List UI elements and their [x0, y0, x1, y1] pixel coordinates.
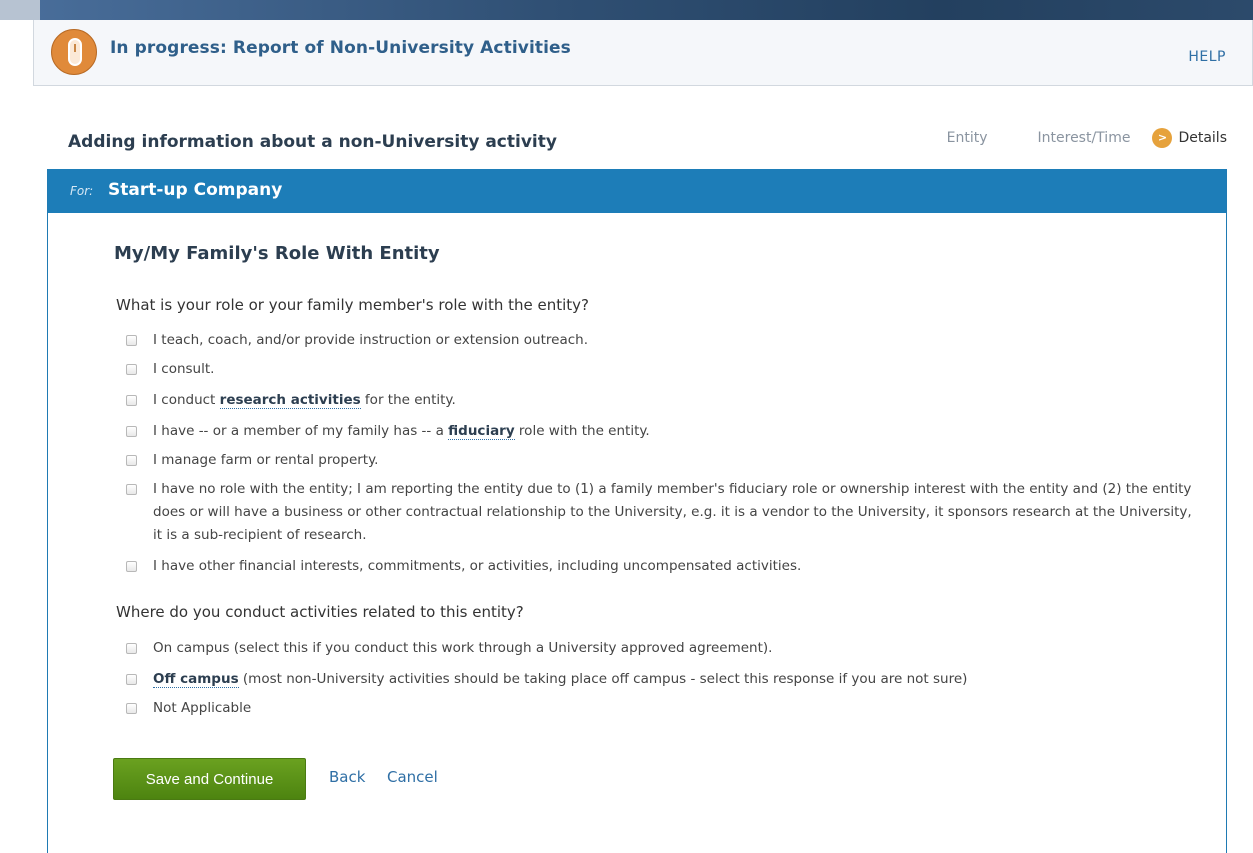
option-label: I conduct research activities for the en…: [153, 392, 456, 409]
option-research[interactable]: I conduct research activities for the en…: [126, 389, 1196, 412]
option-other-interests[interactable]: I have other financial interests, commit…: [126, 555, 1196, 578]
step-interest-time[interactable]: Interest/Time: [1038, 130, 1131, 146]
cancel-link[interactable]: Cancel: [387, 768, 438, 786]
panel-header: For: Start-up Company: [48, 169, 1226, 213]
step-details[interactable]: > Details: [1152, 128, 1227, 148]
question-location: Where do you conduct activities related …: [116, 603, 524, 621]
option-consult[interactable]: I consult.: [126, 358, 1196, 381]
mouse-icon: [51, 29, 97, 75]
option-label: On campus (select this if you conduct th…: [153, 640, 773, 656]
option-label: I consult.: [153, 361, 215, 377]
checkbox[interactable]: [126, 335, 137, 346]
back-link[interactable]: Back: [329, 768, 365, 786]
option-fiduciary[interactable]: I have -- or a member of my family has -…: [126, 420, 1196, 443]
checkbox[interactable]: [126, 561, 137, 572]
save-and-continue-button[interactable]: Save and Continue: [113, 758, 306, 800]
section-title: My/My Family's Role With Entity: [114, 243, 440, 264]
option-label: Off campus (most non-University activiti…: [153, 671, 968, 688]
checkbox[interactable]: [126, 674, 137, 685]
checkbox[interactable]: [126, 395, 137, 406]
option-label: I teach, coach, and/or provide instructi…: [153, 332, 588, 348]
option-label: I have no role with the entity; I am rep…: [153, 481, 1192, 543]
chevron-right-circle-icon: >: [1152, 128, 1173, 148]
page-subtitle: Adding information about a non-Universit…: [68, 132, 557, 152]
term-research-activities[interactable]: research activities: [219, 392, 361, 409]
option-farm[interactable]: I manage farm or rental property.: [126, 449, 1196, 472]
wizard-steps: Entity Interest/Time > Details: [897, 128, 1227, 148]
option-label: I manage farm or rental property.: [153, 452, 379, 468]
step-entity[interactable]: Entity: [947, 130, 988, 146]
question-role: What is your role or your family member'…: [116, 296, 590, 314]
page-title: In progress: Report of Non-University Ac…: [110, 38, 571, 58]
checkbox[interactable]: [126, 643, 137, 654]
checkbox[interactable]: [126, 703, 137, 714]
step-details-label: Details: [1178, 130, 1227, 146]
for-label: For:: [70, 184, 94, 198]
checkbox[interactable]: [126, 484, 137, 495]
checkbox[interactable]: [126, 426, 137, 437]
option-on-campus[interactable]: On campus (select this if you conduct th…: [126, 637, 1196, 660]
option-not-applicable[interactable]: Not Applicable: [126, 697, 1196, 720]
checkbox[interactable]: [126, 455, 137, 466]
entity-type: Start-up Company: [108, 180, 283, 200]
checkbox[interactable]: [126, 364, 137, 375]
header-bar: In progress: Report of Non-University Ac…: [33, 20, 1253, 86]
form-panel: For: Start-up Company My/My Family's Rol…: [47, 169, 1227, 853]
option-teach[interactable]: I teach, coach, and/or provide instructi…: [126, 329, 1196, 352]
option-label: I have other financial interests, commit…: [153, 558, 802, 574]
option-label: Not Applicable: [153, 700, 252, 716]
term-fiduciary[interactable]: fiduciary: [448, 423, 515, 440]
top-bar: [0, 0, 1253, 20]
term-off-campus[interactable]: Off campus: [153, 671, 239, 688]
option-off-campus[interactable]: Off campus (most non-University activiti…: [126, 668, 1196, 691]
option-no-role[interactable]: I have no role with the entity; I am rep…: [126, 478, 1196, 547]
help-link[interactable]: HELP: [1188, 49, 1226, 65]
option-label: I have -- or a member of my family has -…: [153, 423, 650, 440]
